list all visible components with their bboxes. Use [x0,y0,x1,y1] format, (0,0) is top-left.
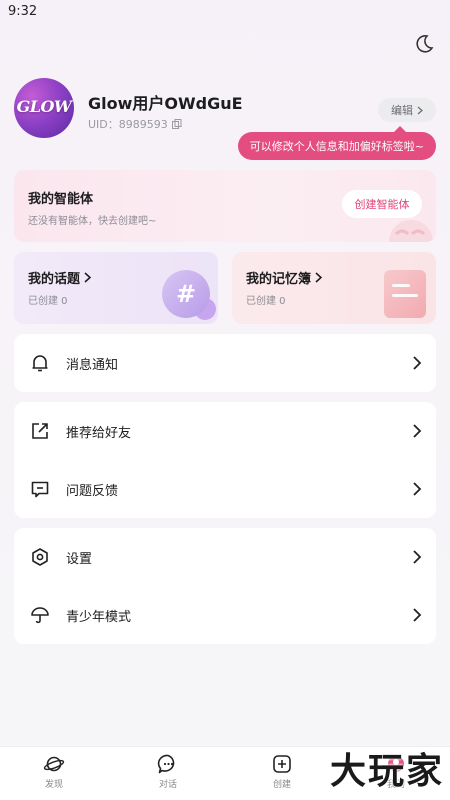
uid-row: UID：8989593 [88,116,182,132]
nav-label-chat: 对话 [158,780,177,790]
topics-title-row: 我的话题 [28,268,92,287]
my-topics-card[interactable]: 我的话题 已创建 0 # [14,252,218,324]
menu-label-notifications: 消息通知 [66,357,119,373]
menu-label-recommend: 推荐给好友 [66,425,132,441]
share-icon [32,423,48,439]
menu-item-feedback[interactable]: 问题反馈 [14,460,436,518]
uid-text: UID：8989593 [88,118,168,131]
status-bar: 9:32 [0,0,450,24]
nav-label-discover: 发现 [44,780,63,790]
moon-icon[interactable] [412,32,436,56]
my-memo-card[interactable]: 我的记忆簿 已创建 0 [232,252,436,324]
hashtag-icon: # [162,270,210,318]
feedback-icon [31,481,49,498]
chat-bubble-icon [157,754,175,774]
avatar-logo-text: GLOW [16,97,72,116]
menu-label-feedback: 问题反馈 [66,483,119,499]
watermark-logo: 大玩家 [329,750,444,792]
plus-square-icon [273,755,291,773]
chevron-right-icon [413,550,422,564]
menu-group-share: 推荐给好友 问题反馈 [14,402,436,518]
memo-count: 已创建 0 [246,296,286,307]
planet-icon [43,756,65,772]
nav-label-create: 创建 [272,780,291,790]
memo-title-row: 我的记忆簿 [246,268,323,287]
menu-item-notifications[interactable]: 消息通知 [14,334,436,392]
edit-label: 编辑 [391,104,413,117]
agent-decoration-icon [389,220,433,242]
topics-title: 我的话题 [28,272,81,287]
bell-icon [32,355,48,372]
chevron-right-icon [413,608,422,622]
memo-title: 我的记忆簿 [246,272,312,287]
nav-tab-discover[interactable]: 发现 [24,753,84,797]
menu-group-settings: 设置 青少年模式 [14,528,436,644]
menu-item-settings[interactable]: 设置 [14,528,436,586]
settings-icon [32,548,48,566]
chevron-right-icon [413,482,422,496]
chevron-right-icon [417,106,423,114]
umbrella-icon [31,607,49,624]
my-agent-card[interactable]: 我的智能体 还没有智能体，快去创建吧~ 创建智能体 [14,170,436,242]
username: Glow用户OWdGuE [88,94,243,113]
chevron-right-icon [315,272,323,283]
agent-subtitle: 还没有智能体，快去创建吧~ [28,216,157,227]
chevron-right-icon [413,356,422,370]
avatar[interactable]: GLOW [14,78,74,138]
menu-item-recommend[interactable]: 推荐给好友 [14,402,436,460]
profile-tip-tooltip[interactable]: 可以修改个人信息和加偏好标签啦~ [237,126,436,160]
nav-tab-create[interactable]: 创建 [252,753,312,797]
copy-icon[interactable] [171,119,182,129]
menu-item-youth-mode[interactable]: 青少年模式 [14,586,436,644]
agent-title: 我的智能体 [28,192,94,207]
chevron-right-icon [413,424,422,438]
notebook-icon [384,270,426,318]
edit-profile-button[interactable]: 编辑 [378,98,436,122]
menu-label-youth-mode: 青少年模式 [66,609,132,625]
chevron-right-icon [84,272,92,283]
menu-group-notifications: 消息通知 [14,334,436,392]
nav-tab-chat[interactable]: 对话 [138,753,198,797]
status-time: 9:32 [8,4,38,19]
menu-label-settings: 设置 [66,551,93,567]
topics-count: 已创建 0 [28,296,68,307]
